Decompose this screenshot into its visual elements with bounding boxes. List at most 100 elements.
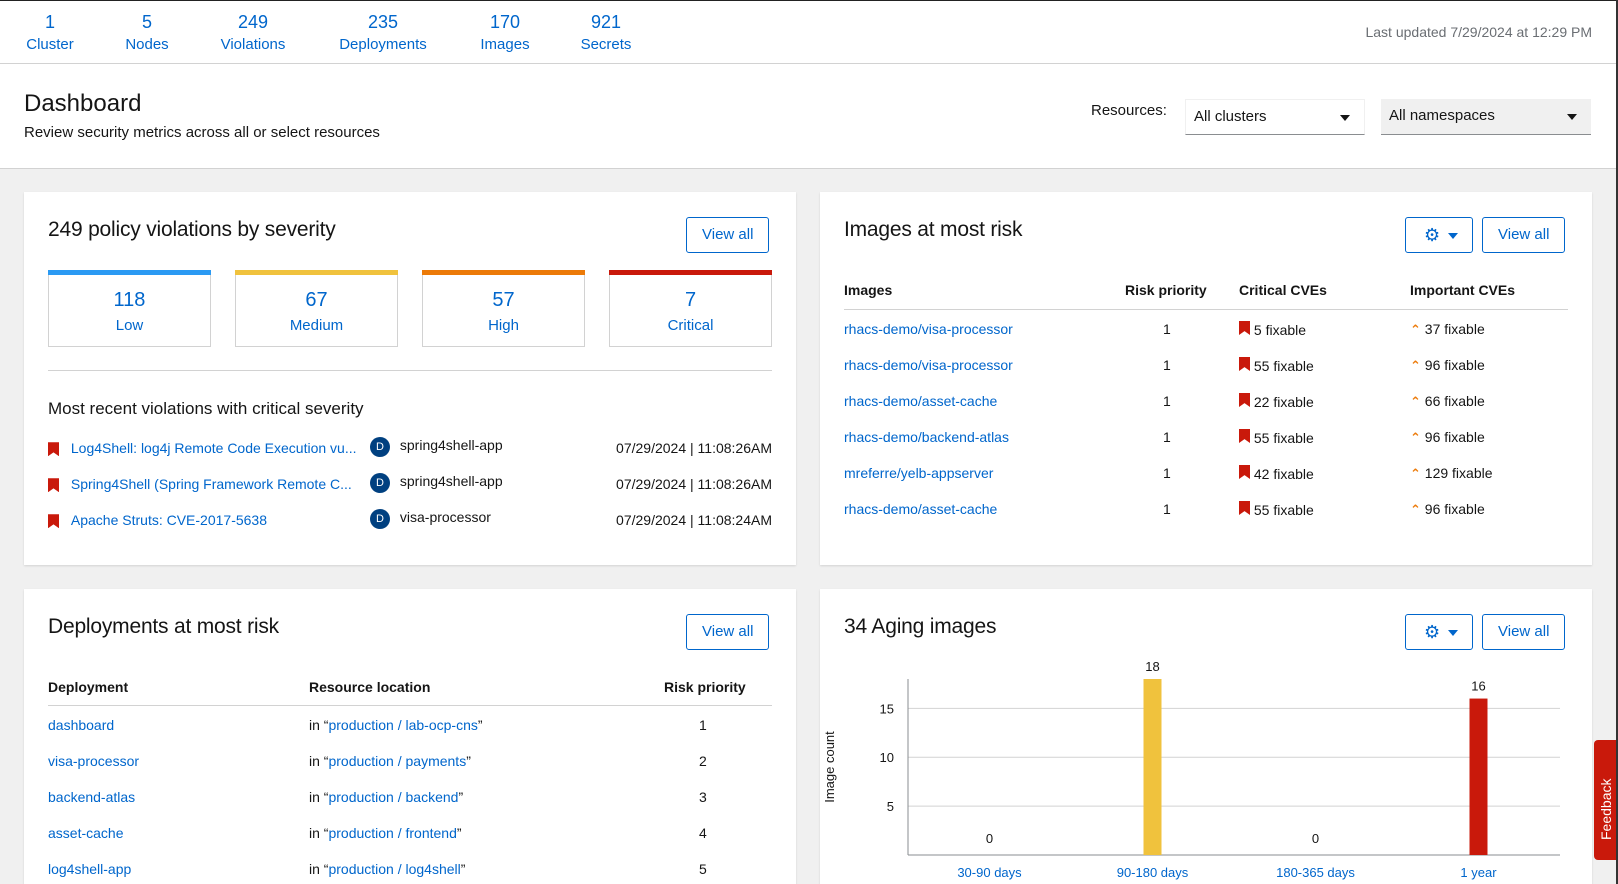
summary-violations[interactable]: 249 Violations	[216, 11, 290, 57]
column-header: Risk priority	[664, 679, 746, 695]
x-tick-label: 180-365 days	[1276, 865, 1355, 880]
last-updated: Last updated 7/29/2024 at 12:29 PM	[1365, 24, 1592, 40]
severity-medium[interactable]: 67 Medium	[235, 270, 398, 347]
critical-cves-count: 55 fixable	[1253, 430, 1314, 446]
critical-cve-icon	[1239, 357, 1250, 371]
critical-cve-icon	[1239, 429, 1250, 443]
summary-count: 170	[489, 12, 521, 32]
quote-suffix: ”	[458, 789, 464, 805]
severity-label: High	[488, 317, 519, 334]
summary-secrets[interactable]: 921 Secrets	[577, 11, 635, 57]
namespace-select[interactable]: All namespaces	[1381, 99, 1591, 135]
image-link[interactable]: rhacs-demo/visa-processor	[844, 321, 1013, 337]
location-link[interactable]: production / payments	[328, 753, 466, 769]
critical-cves: 42 fixable	[1239, 465, 1314, 482]
summary-label: Cluster	[26, 36, 74, 53]
deployments-view-all-button[interactable]: View all	[686, 614, 770, 650]
image-link[interactable]: mreferre/yelb-appserver	[844, 465, 993, 481]
critical-cve-icon	[1239, 465, 1250, 479]
risk-priority: 1	[1163, 357, 1171, 373]
recent-violation-row: Log4Shell: log4j Remote Code Execution v…	[48, 440, 357, 457]
important-cve-icon: ⌃	[1410, 394, 1421, 409]
deployment-link[interactable]: visa-processor	[48, 753, 139, 769]
location-link[interactable]: production / frontend	[328, 825, 456, 841]
feedback-tab[interactable]: Feedback	[1594, 740, 1618, 860]
critical-cves-count: 55 fixable	[1253, 502, 1314, 518]
severity-label: Medium	[289, 317, 344, 334]
policy-link[interactable]: Apache Struts: CVE-2017-5638	[71, 512, 267, 528]
page-description: Review security metrics across all or se…	[24, 124, 380, 141]
severity-bar	[235, 270, 398, 275]
deployment-name: visa-processor	[399, 509, 491, 525]
location-link[interactable]: production / lab-ocp-cns	[328, 717, 477, 733]
summary-deployments[interactable]: 235 Deployments	[333, 11, 433, 57]
risk-priority: 5	[699, 861, 707, 877]
image-link[interactable]: rhacs-demo/backend-atlas	[844, 429, 1009, 445]
severity-count: 57	[492, 289, 515, 311]
severity-high[interactable]: 57 High	[422, 270, 585, 347]
deployment-name: spring4shell-app	[399, 437, 503, 453]
important-cves: ⌃ 37 fixable	[1410, 321, 1485, 337]
column-header: Important CVEs	[1410, 282, 1516, 298]
cluster-select-value: All clusters	[1194, 108, 1267, 125]
image-link[interactable]: rhacs-demo/asset-cache	[844, 501, 997, 517]
resource-location: in “production / frontend”	[309, 825, 462, 841]
deployment-cell: D spring4shell-app	[370, 437, 503, 457]
policy-link[interactable]: Log4Shell: log4j Remote Code Execution v…	[71, 440, 357, 456]
location-link[interactable]: production / log4shell	[328, 861, 460, 877]
bar-90-180-days	[1143, 679, 1162, 855]
important-cves-count: 129 fixable	[1424, 465, 1493, 481]
table-divider	[48, 705, 772, 706]
page-title: Dashboard	[24, 90, 142, 117]
namespace-select-value: All namespaces	[1389, 107, 1495, 124]
severity-critical[interactable]: 7 Critical	[609, 270, 772, 347]
violation-time: 07/29/2024 | 11:08:24AM	[616, 512, 772, 528]
location-link[interactable]: production / backend	[328, 789, 458, 805]
risk-priority: 1	[1163, 393, 1171, 409]
caret-down-icon	[1340, 115, 1350, 121]
summary-cluster[interactable]: 1 Cluster	[24, 11, 76, 57]
important-cves: ⌃ 96 fixable	[1410, 501, 1485, 517]
summary-label: Deployments	[339, 36, 427, 53]
resource-location: in “production / payments”	[309, 753, 471, 769]
deployment-link[interactable]: log4shell-app	[48, 861, 131, 877]
images-view-all-button[interactable]: View all	[1482, 217, 1566, 253]
images-settings-button[interactable]: ⚙	[1405, 217, 1473, 253]
deployment-link[interactable]: dashboard	[48, 717, 114, 733]
resources-label: Resources:	[1091, 102, 1167, 119]
risk-priority: 1	[1163, 429, 1171, 445]
aging-view-all-button[interactable]: View all	[1482, 614, 1566, 650]
critical-severity-icon	[48, 478, 59, 493]
x-tick-label: 1 year	[1460, 865, 1497, 880]
critical-severity-icon	[48, 514, 59, 529]
aging-settings-button[interactable]: ⚙	[1405, 614, 1473, 650]
column-header: Resource location	[309, 679, 431, 695]
bar-value-label: 0	[1312, 831, 1319, 846]
deployment-link[interactable]: asset-cache	[48, 825, 123, 841]
important-cves-count: 96 fixable	[1424, 429, 1485, 445]
deployment-link[interactable]: backend-atlas	[48, 789, 135, 805]
divider	[48, 370, 772, 371]
policy-link[interactable]: Spring4Shell (Spring Framework Remote C.…	[71, 476, 352, 492]
severity-low[interactable]: 118 Low	[48, 270, 211, 347]
critical-cves: 55 fixable	[1239, 357, 1314, 374]
important-cves: ⌃ 129 fixable	[1410, 465, 1493, 481]
violations-view-all-button[interactable]: View all	[686, 217, 770, 253]
caret-down-icon	[1448, 233, 1458, 239]
y-axis-label: Image count	[822, 731, 837, 803]
resource-location: in “production / log4shell”	[309, 861, 465, 877]
critical-cves: 5 fixable	[1239, 321, 1306, 338]
summary-nodes[interactable]: 5 Nodes	[121, 11, 173, 57]
deployment-name: spring4shell-app	[399, 473, 503, 489]
cluster-select[interactable]: All clusters	[1185, 99, 1365, 135]
risk-priority: 1	[1163, 465, 1171, 481]
severity-label: Critical	[667, 317, 714, 334]
deployment-badge: D	[370, 509, 390, 529]
resource-location: in “production / lab-ocp-cns”	[309, 717, 483, 733]
important-cve-icon: ⌃	[1410, 358, 1421, 373]
image-link[interactable]: rhacs-demo/asset-cache	[844, 393, 997, 409]
summary-images[interactable]: 170 Images	[478, 11, 532, 57]
image-link[interactable]: rhacs-demo/visa-processor	[844, 357, 1013, 373]
deployment-badge: D	[370, 437, 390, 457]
critical-severity-icon	[48, 442, 59, 457]
